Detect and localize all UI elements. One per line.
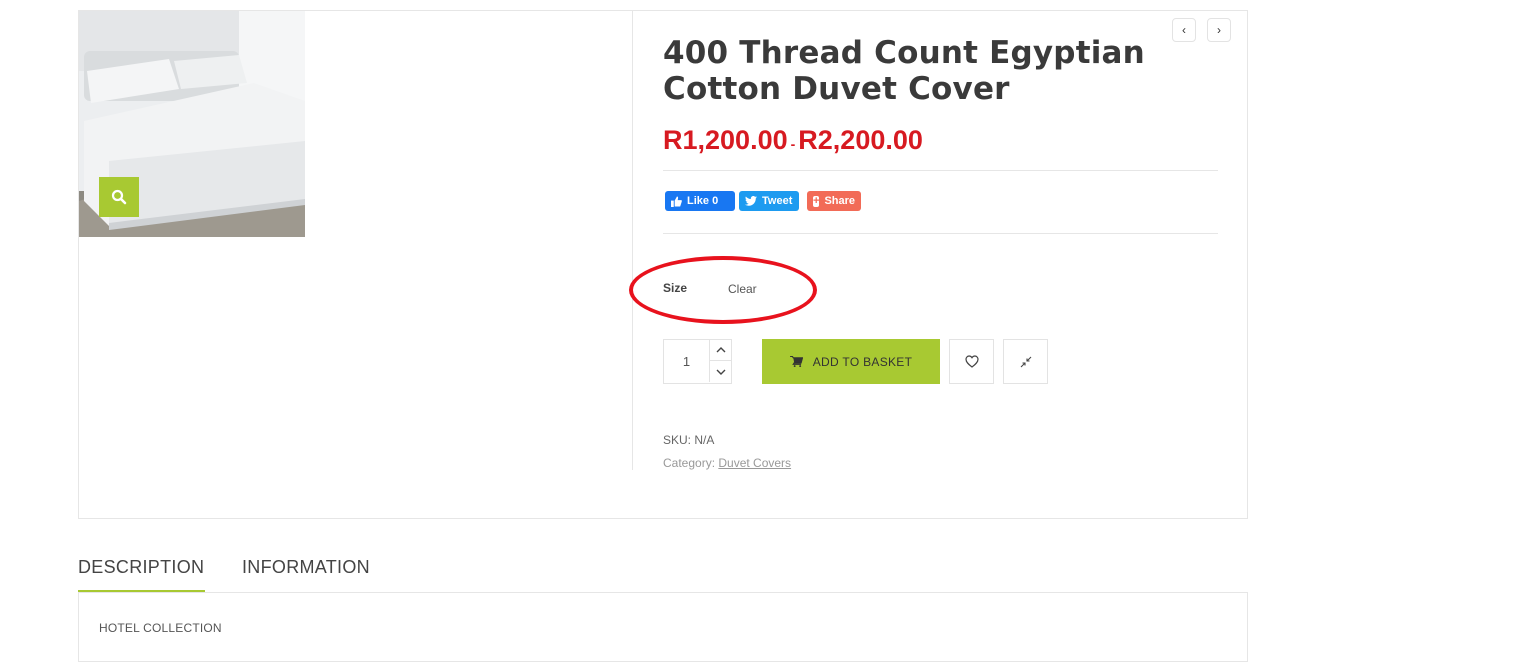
thumbs-up-icon [671,195,682,207]
category-prefix: Category: [663,456,719,470]
compress-arrows-icon [1020,356,1031,367]
next-product-button[interactable]: › [1207,18,1231,42]
red-annotation-ellipse [629,256,817,324]
sku-text: SKU: N/A [663,433,715,447]
product-tabs: DESCRIPTION INFORMATION [78,557,370,592]
description-panel: HOTEL COLLECTION [78,592,1248,662]
chevron-down-icon [716,369,725,375]
chevron-up-icon [716,347,725,353]
column-divider [632,11,633,470]
quantity-decrease-button[interactable] [709,361,731,382]
add-to-basket-label: ADD TO BASKET [812,354,913,369]
search-icon [111,189,127,205]
share-label: Share [824,195,856,207]
facebook-like-button[interactable]: Like 0 [665,191,735,211]
wishlist-button[interactable] [949,339,994,384]
divider [663,233,1218,234]
cart-icon [789,356,803,367]
tab-information[interactable]: INFORMATION [242,557,370,592]
heart-icon [964,355,979,368]
add-to-basket-button[interactable]: ADD TO BASKET [762,339,940,384]
price-separator: - [790,136,796,152]
quantity-increase-button[interactable] [709,340,731,361]
description-text: HOTEL COLLECTION [99,621,222,635]
tweet-label: Tweet [762,195,793,207]
price-min: R1,200.00 [663,125,788,155]
tab-description[interactable]: DESCRIPTION [78,557,205,592]
tweet-button[interactable]: Tweet [739,191,799,211]
price-max: R2,200.00 [798,125,923,155]
twitter-bird-icon [745,196,757,206]
chevron-right-icon: › [1217,23,1221,37]
facebook-like-label: Like 0 [687,195,719,207]
quantity-stepper[interactable]: 1 [663,339,732,384]
category-line: Category: Duvet Covers [663,456,791,470]
price-range: R1,200.00- R2,200.00 [663,125,923,156]
plus-icon: + [813,194,820,207]
share-button[interactable]: + Share [807,191,861,211]
quantity-input[interactable]: 1 [664,340,709,383]
zoom-button[interactable] [99,177,139,217]
divider [663,170,1218,171]
compare-button[interactable] [1003,339,1048,384]
category-link[interactable]: Duvet Covers [718,456,791,470]
product-image[interactable] [79,11,305,237]
product-panel: ‹ › 400 Thread Count Egyptian Cotton Duv… [78,10,1248,519]
product-title: 400 Thread Count Egyptian Cotton Duvet C… [663,35,1145,107]
